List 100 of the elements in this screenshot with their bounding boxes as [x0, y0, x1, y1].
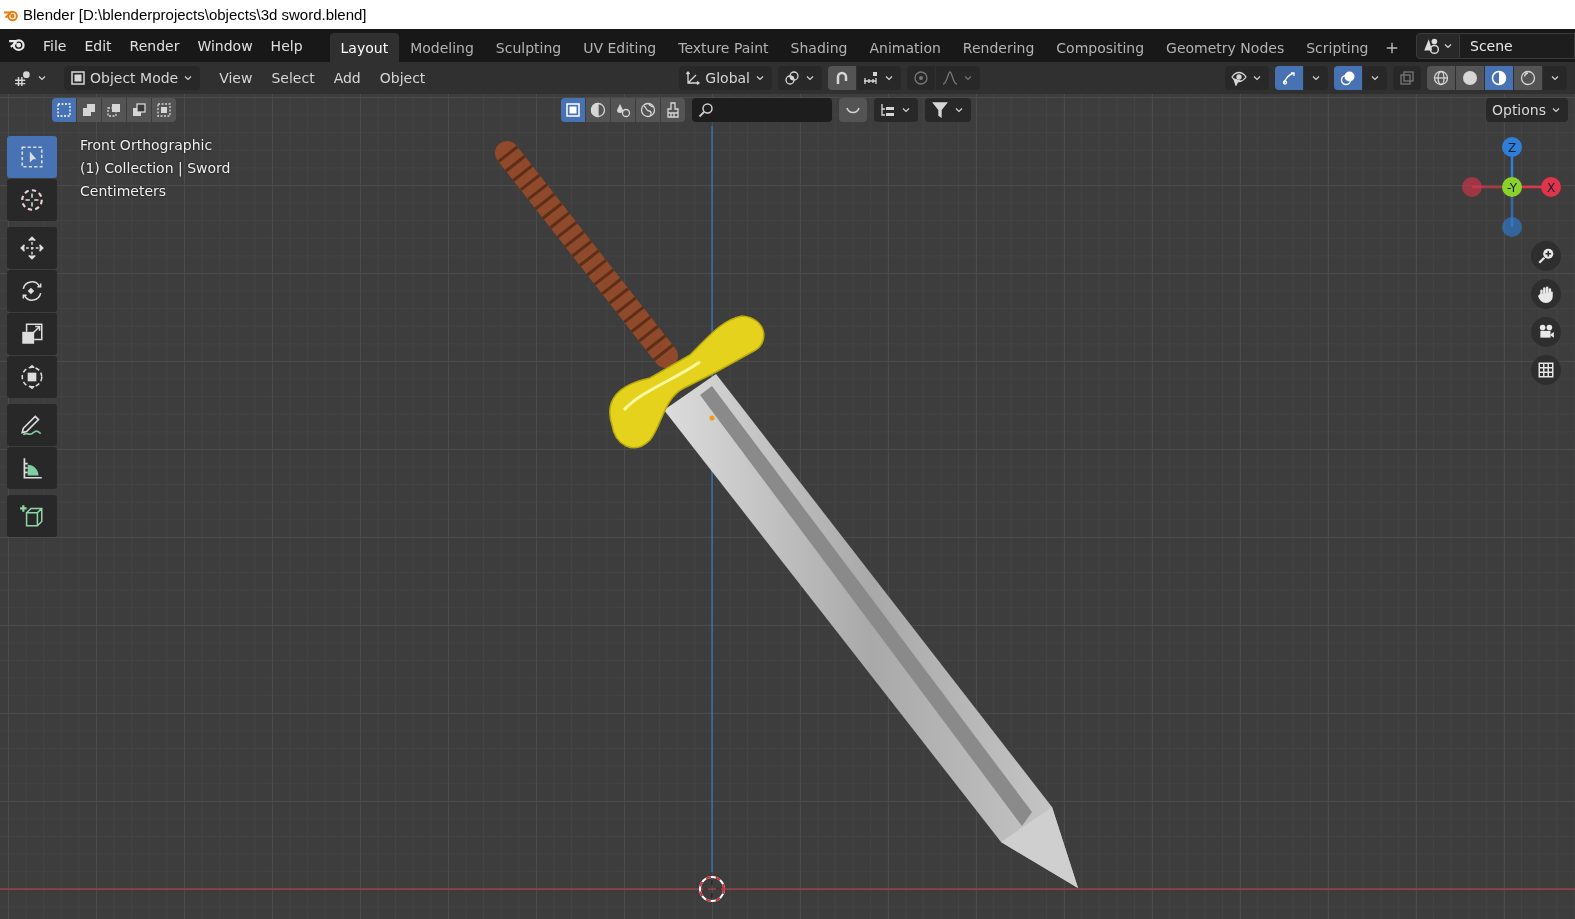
snap-toggle[interactable]: [828, 66, 856, 90]
cursor-3d-icon: [699, 876, 725, 902]
menu-item[interactable]: Edit: [75, 29, 121, 62]
snap-target-dropdown[interactable]: [857, 66, 901, 90]
filter-icon: [931, 101, 950, 119]
scale-icon: [19, 321, 45, 347]
shading-button[interactable]: [1485, 66, 1513, 90]
tool-button[interactable]: [7, 227, 57, 269]
list-icon: [880, 102, 897, 118]
workspace-tab[interactable]: Sculpting: [484, 33, 573, 62]
overlapping-squares-icon: [81, 102, 97, 118]
menu-item[interactable]: Window: [188, 29, 262, 62]
workspace-tab[interactable]: Texture Paint: [667, 33, 780, 62]
intersect-square-icon: [156, 102, 172, 118]
gizmo-icon: [1281, 70, 1297, 86]
gizmo-toggle[interactable]: [1275, 66, 1303, 90]
axis-handle[interactable]: Z: [1502, 137, 1522, 157]
solid-sphere-icon: [1462, 70, 1478, 86]
grid-icon: [1537, 361, 1555, 379]
pan-button[interactable]: [1531, 279, 1561, 309]
tool-button[interactable]: [7, 447, 57, 489]
tool-button[interactable]: [7, 270, 57, 312]
eye-icon: [1231, 70, 1247, 86]
axes-icon: [685, 70, 702, 86]
negative-axis-handle[interactable]: [1502, 217, 1522, 237]
selection-mode-button[interactable]: [102, 98, 126, 122]
viewport-info-text: (1) Collection | Sword: [80, 159, 231, 177]
workspace-tab[interactable]: Compositing: [1045, 33, 1156, 62]
header-menu[interactable]: Add: [324, 66, 370, 90]
shading-button[interactable]: [1514, 66, 1542, 90]
orientation-dropdown[interactable]: Global: [679, 66, 772, 90]
projection-toggle[interactable]: [1531, 355, 1561, 385]
hand-icon: [1537, 285, 1555, 303]
workspace-tab[interactable]: Layout: [329, 33, 400, 62]
mode-dropdown[interactable]: Object Mode: [64, 66, 201, 90]
filter-toggle[interactable]: [586, 98, 611, 122]
scene-browse-button[interactable]: [1416, 33, 1460, 59]
visibility-dropdown[interactable]: [1225, 66, 1269, 90]
tool-button[interactable]: [7, 179, 57, 221]
filter-toggle[interactable]: [661, 98, 686, 122]
overlay-dropdown[interactable]: [1363, 66, 1387, 90]
search-field[interactable]: [692, 98, 833, 122]
workspace-tab[interactable]: Modeling: [399, 33, 485, 62]
menu-item[interactable]: Render: [120, 29, 189, 62]
filter-dropdown[interactable]: [925, 98, 972, 122]
filter-toggle[interactable]: [561, 98, 586, 122]
add-icon: [1385, 40, 1400, 55]
scene-name-field[interactable]: Scene: [1460, 33, 1575, 59]
wireframe-sphere-icon: [1433, 70, 1449, 86]
curve-icon: [942, 70, 958, 86]
filter-toggle[interactable]: [636, 98, 661, 122]
crosshair-icon: [19, 187, 45, 213]
overlay-toggle[interactable]: [1334, 66, 1362, 90]
tool-button[interactable]: [7, 495, 57, 537]
workspace-tab[interactable]: Animation: [858, 33, 952, 62]
header-menu[interactable]: Object: [370, 66, 435, 90]
camera-view-button[interactable]: [1531, 317, 1561, 347]
falloff-dropdown[interactable]: [936, 66, 980, 90]
axis-handle[interactable]: X: [1541, 177, 1561, 197]
workspace-tab[interactable]: Geometry Nodes: [1155, 33, 1296, 62]
square-icon: [565, 102, 582, 118]
drops-icon: [615, 102, 632, 118]
shading-dropdown[interactable]: [1543, 66, 1567, 90]
tool-button[interactable]: [7, 313, 57, 355]
workspace-tab[interactable]: UV Editing: [572, 33, 668, 62]
selection-mode-button[interactable]: [52, 98, 76, 122]
xray-toggle[interactable]: [1393, 66, 1421, 90]
half-sphere-icon: [590, 102, 607, 118]
rendered-sphere-icon: [1520, 70, 1536, 86]
proportional-editing-toggle[interactable]: [907, 66, 935, 90]
menu-item[interactable]: Help: [261, 29, 312, 62]
axis-handle[interactable]: -Y: [1502, 177, 1522, 197]
pivot-dropdown[interactable]: [778, 66, 822, 90]
shading-button[interactable]: [1427, 66, 1455, 90]
move-arrows-icon: [19, 235, 45, 261]
tool-button[interactable]: [7, 404, 57, 446]
zoom-button[interactable]: [1531, 241, 1561, 271]
selection-mode-button[interactable]: [127, 98, 151, 122]
tool-button[interactable]: [7, 356, 57, 398]
transparency-toggle[interactable]: [839, 98, 868, 122]
workspace-tab[interactable]: Scripting: [1295, 33, 1380, 62]
selection-mode-button[interactable]: [77, 98, 101, 122]
menu-item[interactable]: File: [34, 29, 76, 62]
viewport-info-text: Front Orthographic: [80, 136, 214, 154]
selection-mode-button[interactable]: [152, 98, 176, 122]
material-sphere-icon: [1491, 70, 1507, 86]
camera-icon: [1537, 323, 1555, 341]
options-dropdown[interactable]: Options: [1485, 98, 1568, 122]
shading-button[interactable]: [1456, 66, 1484, 90]
subtract-squares-icon: [106, 102, 122, 118]
filter-toggle[interactable]: [611, 98, 636, 122]
workspace-tab[interactable]: Rendering: [951, 33, 1046, 62]
gizmo-dropdown[interactable]: [1304, 66, 1328, 90]
header-menu[interactable]: View: [210, 66, 262, 90]
workspace-tab[interactable]: Shading: [779, 33, 859, 62]
display-mode-dropdown[interactable]: [874, 98, 919, 122]
negative-axis-handle[interactable]: [1462, 177, 1482, 197]
header-menu[interactable]: Select: [262, 66, 324, 90]
select-box-icon: [19, 144, 45, 170]
increment-icon: [863, 70, 879, 86]
